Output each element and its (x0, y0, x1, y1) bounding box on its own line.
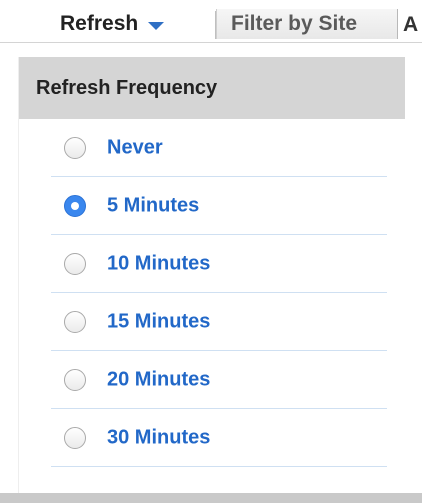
refresh-tab[interactable]: Refresh (60, 9, 198, 39)
refresh-menu-screen: Refresh Filter by Site A Refresh Frequen… (0, 0, 422, 503)
refresh-options-list: Never 5 Minutes 10 Minutes 15 Minutes 20… (19, 119, 405, 467)
toolbar: Refresh Filter by Site A (0, 0, 422, 43)
bottom-edge (0, 493, 422, 503)
option-label: 5 Minutes (107, 194, 200, 217)
option-30-minutes[interactable]: 30 Minutes (19, 409, 405, 467)
dropdown-header: Refresh Frequency (19, 57, 405, 119)
option-10-minutes[interactable]: 10 Minutes (19, 235, 405, 293)
option-label: 15 Minutes (107, 310, 211, 333)
option-20-minutes[interactable]: 20 Minutes (19, 351, 405, 409)
option-never[interactable]: Never (19, 119, 405, 177)
option-5-minutes[interactable]: 5 Minutes (19, 177, 405, 235)
radio-unchecked-icon[interactable] (64, 253, 86, 275)
next-tab-partial[interactable]: A (403, 13, 418, 37)
radio-checked-icon[interactable] (64, 195, 86, 217)
option-label: Never (107, 136, 163, 159)
radio-unchecked-icon[interactable] (64, 369, 86, 391)
option-15-minutes[interactable]: 15 Minutes (19, 293, 405, 351)
filter-by-site-label: Filter by Site (231, 12, 358, 35)
option-label: 20 Minutes (107, 368, 211, 391)
refresh-tab-label: Refresh (60, 12, 139, 35)
option-label: 10 Minutes (107, 252, 211, 275)
radio-unchecked-icon[interactable] (64, 137, 86, 159)
filter-by-site-tab[interactable]: Filter by Site (216, 9, 398, 39)
radio-unchecked-icon[interactable] (64, 311, 86, 333)
dropdown-title: Refresh Frequency (36, 76, 218, 99)
caret-down-icon (148, 22, 165, 30)
option-label: 30 Minutes (107, 426, 211, 449)
radio-unchecked-icon[interactable] (64, 427, 86, 449)
refresh-frequency-dropdown: Refresh Frequency Never 5 Minutes 10 Min… (18, 57, 405, 503)
